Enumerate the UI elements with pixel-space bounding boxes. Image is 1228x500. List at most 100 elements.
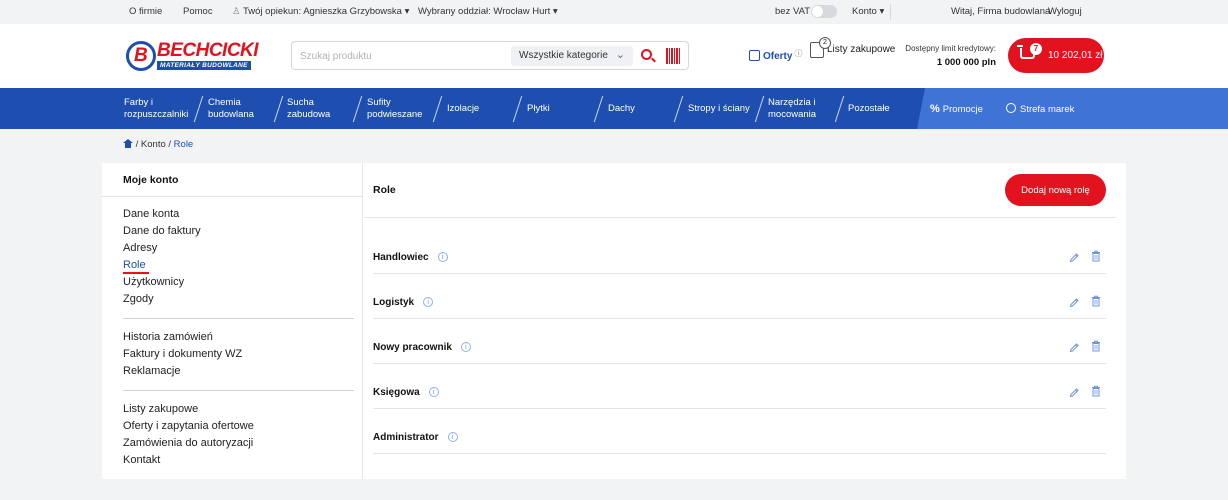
nav-item-roofs[interactable]: Dachy (608, 103, 635, 115)
edit-icon[interactable] (1069, 340, 1080, 353)
info-icon[interactable]: i (428, 387, 439, 397)
sidebar-item-addresses[interactable]: Adresy (123, 242, 157, 254)
shopping-lists-link[interactable]: 2 Listy zakupowe (810, 37, 896, 58)
shopping-lists-label: Listy zakupowe (827, 44, 896, 55)
trash-icon[interactable] (1091, 339, 1101, 352)
nav-item-other[interactable]: Pozostałe (848, 103, 890, 115)
sidebar-item-invoices[interactable]: Faktury i dokumenty WZ (123, 348, 242, 360)
nav-item-label: Sufity (367, 97, 391, 108)
breadcrumb-current: Role (173, 139, 194, 150)
nav-separator (834, 96, 845, 122)
nav-separator (193, 96, 204, 122)
trash-icon[interactable] (1091, 249, 1101, 262)
sidebar-item-authorization[interactable]: Zamówienia do autoryzacji (123, 437, 253, 449)
trash-icon[interactable] (1091, 294, 1101, 307)
nav-item-label: Farby i (124, 97, 154, 108)
sidebar-item-invoice-data[interactable]: Dane do faktury (123, 225, 201, 237)
nav-item-label: podwieszane (367, 109, 423, 120)
nav-item-label: Pozostałe (848, 103, 890, 114)
divider (890, 4, 891, 20)
sidebar-item-complaints[interactable]: Reklamacje (123, 365, 180, 377)
logout-link[interactable]: Wyloguj (1048, 6, 1082, 17)
nav-item-ceilings[interactable]: Sufity podwieszane (367, 97, 422, 121)
percent-icon: % (930, 103, 940, 115)
info-icon: ⓘ (794, 49, 803, 58)
role-name-label: Nowy pracownik (373, 342, 452, 353)
caret-down-icon: ▾ (879, 6, 885, 17)
edit-icon[interactable] (1069, 295, 1080, 308)
role-row: Handlowiec i (373, 229, 1106, 274)
advisor-dropdown[interactable]: ♙ Twój opiekun: Agnieszka Grzybowska ▾ (232, 6, 409, 17)
trash-icon[interactable] (1091, 384, 1101, 397)
role-row: Administrator i (373, 409, 1106, 454)
barcode-icon[interactable] (666, 48, 680, 64)
vat-toggle[interactable] (811, 5, 837, 18)
offers-icon (749, 50, 760, 61)
medal-icon (1006, 103, 1016, 113)
role-name: Nowy pracownik i (373, 342, 471, 353)
nav-item-chemistry[interactable]: Chemia budowlana (208, 97, 254, 121)
account-sidebar: Moje konto Dane konta Dane do faktury Ad… (102, 163, 363, 479)
divider (102, 196, 363, 197)
nav-item-promotions[interactable]: % Promocje (930, 103, 983, 116)
info-icon[interactable]: i (447, 432, 458, 442)
about-link[interactable]: O firmie (129, 6, 162, 17)
list-icon: 2 (810, 37, 831, 58)
help-link[interactable]: Pomoc (183, 6, 213, 17)
sidebar-item-account-data[interactable]: Dane konta (123, 208, 179, 220)
sidebar-item-consents[interactable]: Zgody (123, 293, 154, 305)
sidebar-item-users[interactable]: Użytkownicy (123, 276, 184, 288)
breadcrumb-separator: / (135, 139, 139, 150)
branch-dropdown[interactable]: Wybrany oddział: Wrocław Hurt ▾ (418, 6, 558, 17)
search-input[interactable] (300, 48, 500, 64)
utility-bar: O firmie Pomoc ♙ Twój opiekun: Agnieszka… (0, 0, 1228, 24)
nav-item-tools[interactable]: Narzędzia i mocowania (768, 97, 816, 121)
edit-icon[interactable] (1069, 385, 1080, 398)
nav-item-brands[interactable]: Strefa marek (1006, 103, 1074, 116)
search-icon[interactable] (641, 46, 657, 66)
nav-item-label: Izolacje (447, 103, 480, 114)
nav-item-label: Płytki (527, 103, 550, 114)
cart-button[interactable]: 7 10 202,01 zł (1008, 38, 1104, 73)
nav-separator (593, 96, 604, 122)
nav-item-label: Sucha (287, 97, 314, 108)
role-name-label: Księgowa (373, 387, 420, 398)
account-dropdown[interactable]: Konto ▾ (852, 6, 884, 17)
nav-item-drywall[interactable]: Sucha zabudowa (287, 97, 330, 121)
credit-limit: Dostępny limit kredytowy: 1 000 000 pln (898, 42, 996, 70)
category-nav: Farby i rozpuszczalniki Chemia budowlana… (0, 88, 1228, 129)
logo[interactable]: BECHCICKI MATERIAŁY BUDOWLANE (126, 39, 259, 73)
add-role-button[interactable]: Dodaj nową rolę (1005, 174, 1106, 206)
roles-section: Role Dodaj nową rolę Handlowiec i Logistyk… (364, 163, 1126, 479)
edit-icon[interactable] (1069, 250, 1080, 263)
category-select[interactable]: Wszystkie kategorie ⌄ (511, 46, 633, 66)
home-icon[interactable] (123, 139, 133, 148)
nav-separator (352, 96, 363, 122)
role-name-label: Administrator (373, 432, 439, 443)
nav-item-insulation[interactable]: Izolacje (447, 103, 479, 115)
nav-item-paints[interactable]: Farby i rozpuszczalniki (124, 97, 188, 121)
sidebar-item-contact[interactable]: Kontakt (123, 454, 160, 466)
info-icon[interactable]: i (460, 342, 471, 352)
section-title: Role (373, 184, 396, 196)
role-row: Nowy pracownik i (373, 319, 1106, 364)
sidebar-item-offers[interactable]: Oferty i zapytania ofertowe (123, 420, 254, 432)
sidebar-item-order-history[interactable]: Historia zamówień (123, 331, 213, 343)
nav-item-label: mocowania (768, 109, 817, 120)
role-row: Logistyk i (373, 274, 1106, 319)
nav-item-tiles[interactable]: Płytki (527, 103, 550, 115)
divider (123, 390, 354, 391)
sidebar-item-shopping-lists[interactable]: Listy zakupowe (123, 403, 198, 415)
account-label: Konto (852, 6, 877, 17)
sidebar-item-roles[interactable]: Role (123, 259, 149, 274)
info-icon[interactable]: i (423, 297, 434, 307)
offers-link[interactable]: Oferty ⓘ (749, 48, 802, 62)
logo-tagline: MATERIAŁY BUDOWLANE (157, 61, 251, 70)
info-icon[interactable]: i (437, 252, 448, 262)
role-name: Logistyk i (373, 297, 434, 308)
cart-amount: 10 202,01 zł (1048, 50, 1103, 61)
nav-separator (512, 96, 523, 122)
nav-item-walls[interactable]: Stropy i ściany (688, 103, 750, 115)
category-label: Wszystkie kategorie (519, 50, 608, 61)
breadcrumb-account[interactable]: Konto (141, 139, 166, 150)
